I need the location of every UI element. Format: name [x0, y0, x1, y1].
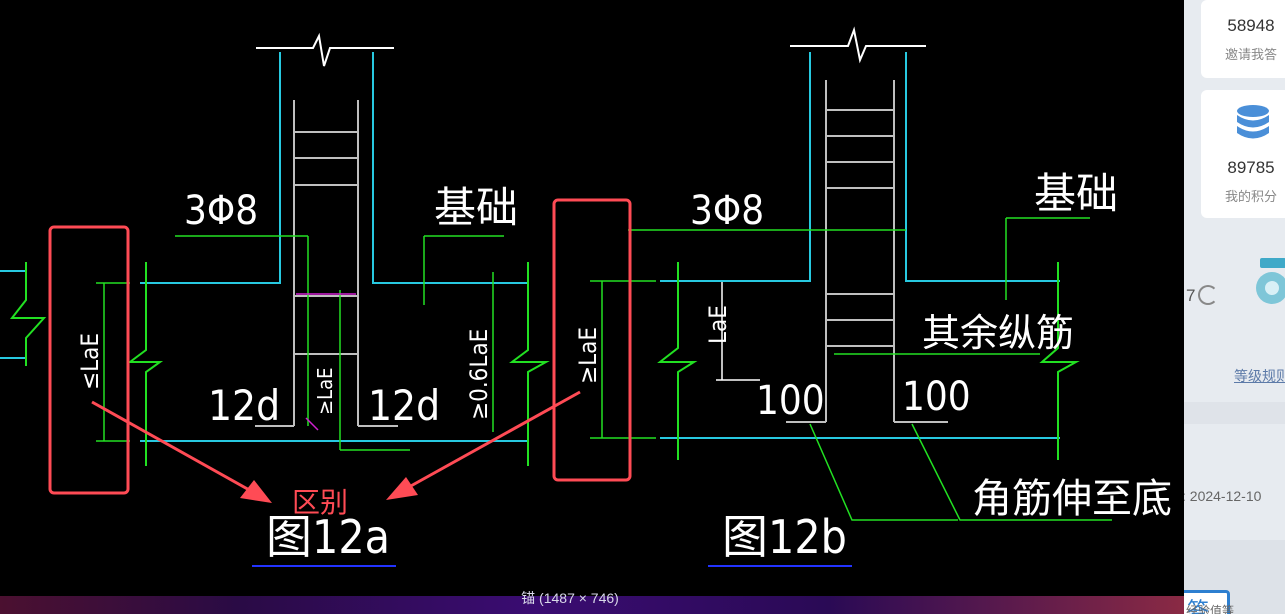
break-inner-left: [127, 262, 164, 466]
points-card[interactable]: 89785 我的积分: [1201, 90, 1285, 218]
dim-06-label: ≥0.6LaE: [465, 329, 493, 420]
lae-label-right-small: LaE: [704, 305, 732, 344]
anchor-inner-left: ≥LaE: [313, 368, 337, 416]
invite-card[interactable]: 58948 邀请我答: [1201, 0, 1285, 78]
sidebar-separator: [1184, 402, 1285, 424]
invite-label: 邀请我答: [1224, 47, 1277, 62]
anchor-label-left: ≤LaE: [76, 333, 104, 390]
corner-bars-label: 角筋伸至底: [972, 476, 1172, 522]
break-right-outer: [1039, 262, 1080, 460]
arrow-right-head: [386, 477, 418, 500]
other-bars-label: 其余纵筋: [922, 311, 1074, 355]
medal-icon[interactable]: [1256, 258, 1285, 306]
level-rules-link[interactable]: 等级规则: [1234, 366, 1285, 386]
database-icon: [1237, 105, 1269, 139]
rebar-label-left: 3Φ8: [184, 188, 258, 234]
dim-100-a: 100: [756, 378, 825, 424]
refresh-icon[interactable]: [1198, 285, 1218, 305]
figure-12a: 3Φ8 基础 12d 12d ≤LaE ≥LaE ≥0.6LaE 图12a: [0, 32, 550, 567]
dim-100-b: 100: [902, 374, 971, 420]
foundation-label-left: 基础: [434, 183, 518, 232]
right-sidebar: 58948 邀请我答 89785 我的积分 7 等级规则 : 2024-12-1…: [1184, 0, 1285, 614]
image-viewer[interactable]: 3Φ8 基础 12d 12d ≤LaE ≥LaE ≥0.6LaE 图12a 3Φ…: [0, 0, 1184, 614]
annotation-diff: 区别: [292, 486, 348, 519]
break-right-inner: [657, 262, 698, 460]
dim-12d-left-b: 12d: [368, 381, 440, 430]
column-wall-right-b: [905, 52, 1060, 282]
points-label: 我的积分: [1224, 189, 1277, 204]
rebar-label-right: 3Φ8: [690, 188, 764, 234]
promo-text: 无数福运！积分、经验值等: [1184, 604, 1235, 614]
figure-12b: 3Φ8 基础 LaE ≥LaE 其余纵筋 100 100 角筋伸至底 图12b: [574, 26, 1172, 567]
column-wall-right-a: [660, 52, 811, 282]
break-inner-right: [509, 262, 550, 466]
column-wall-left-b: [372, 52, 528, 284]
fig-12b-title: 图12b: [722, 510, 847, 564]
invite-count: 58948: [1227, 16, 1275, 35]
break-left-edge: [9, 262, 47, 366]
dim-12d-left-a: 12d: [208, 381, 280, 430]
points-count: 89785: [1227, 158, 1275, 177]
refresh-number: 7: [1186, 286, 1196, 305]
arrow-left-head: [240, 480, 272, 503]
column-wall-left-a: [140, 52, 281, 284]
anchor-label-right: ≥LaE: [574, 327, 602, 384]
date-text: : 2024-12-10: [1184, 488, 1262, 504]
image-caption: 锚 (1487 × 746): [521, 590, 619, 606]
cad-drawing: 3Φ8 基础 12d 12d ≤LaE ≥LaE ≥0.6LaE 图12a 3Φ…: [0, 26, 1172, 567]
foundation-label-right: 基础: [1034, 169, 1118, 218]
